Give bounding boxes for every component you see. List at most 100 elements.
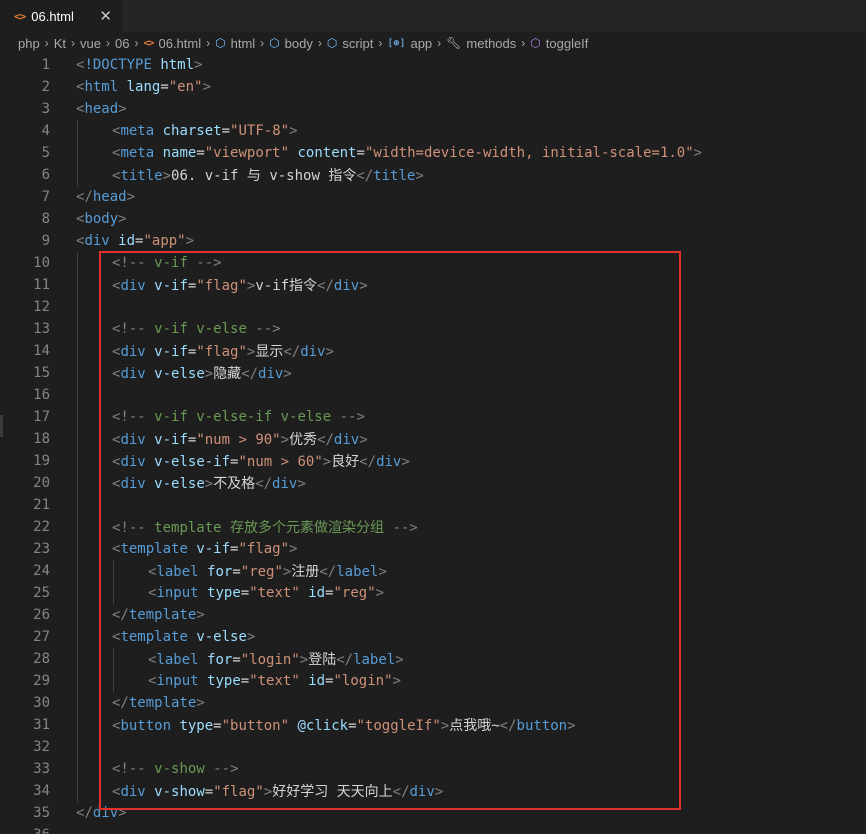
line-number: 9	[41, 233, 50, 249]
code-token: content	[297, 145, 357, 161]
code-token: >	[289, 123, 298, 139]
line-number: 21	[33, 497, 50, 513]
code-token: "viewport"	[204, 145, 290, 161]
code-token: "en"	[168, 79, 203, 95]
code-text: <head>	[76, 101, 127, 117]
line-number: 30	[33, 695, 50, 711]
code-token: "width=device-width, initial-scale=1.0"	[364, 145, 694, 161]
breadcrumb-label: app	[410, 35, 433, 51]
line-number: 5	[41, 145, 50, 161]
chevron-right-icon: ›	[521, 36, 526, 50]
chevron-right-icon: ›	[105, 36, 110, 50]
line-number: 33	[33, 761, 50, 777]
code-token: </	[356, 168, 374, 184]
chevron-right-icon: ›	[206, 36, 211, 50]
tab-bar: <> 06.html ✕	[0, 0, 866, 32]
line-number: 26	[33, 607, 50, 623]
line-number: 1	[41, 57, 50, 73]
variable-icon: [⊛]	[387, 37, 406, 49]
code-token: html	[84, 79, 119, 95]
breadcrumb-item-vue[interactable]: vue	[80, 36, 101, 51]
code-token: >	[202, 79, 211, 95]
line-number: 22	[33, 519, 50, 535]
code-token: </	[76, 189, 93, 205]
code-line: 9 <div id="app">	[0, 230, 866, 252]
code-token: name	[162, 145, 197, 161]
code-line: 6 <title>06. v-if 与 v-show 指令</title>	[0, 164, 866, 186]
breadcrumb-item-methods[interactable]: 🔧︎ methods	[446, 36, 516, 51]
line-number: 2	[41, 79, 50, 95]
code-line: 5 <meta name="viewport" content="width=de…	[0, 142, 866, 164]
html-file-icon: <>	[14, 10, 26, 23]
chevron-right-icon: ›	[378, 36, 383, 50]
code-token: div	[84, 233, 110, 249]
line-number: 24	[33, 563, 50, 579]
line-number: 13	[33, 321, 50, 337]
chevron-right-icon: ›	[437, 36, 442, 50]
code-token: =	[356, 145, 365, 161]
line-number: 35	[33, 805, 50, 821]
line-number: 15	[33, 365, 50, 381]
breadcrumb-label: php	[18, 35, 40, 51]
code-text: <meta charset="UTF-8">	[112, 123, 298, 139]
line-number: 29	[33, 673, 50, 689]
breadcrumb-item-php[interactable]: php	[18, 36, 40, 51]
close-icon[interactable]: ✕	[99, 7, 112, 25]
code-token: lang	[126, 79, 161, 95]
line-number: 10	[33, 255, 50, 271]
breadcrumb-item-toggleif[interactable]: ⬡ toggleIf	[530, 36, 588, 51]
indent-guide	[77, 120, 78, 186]
code-line: 36	[0, 824, 866, 834]
method-icon: ⬡	[530, 36, 541, 50]
highlight-box	[99, 251, 681, 810]
code-token: >	[118, 101, 127, 117]
chevron-right-icon: ›	[317, 36, 322, 50]
tab-06-html[interactable]: <> 06.html ✕	[0, 0, 122, 32]
code-token: charset	[162, 123, 222, 139]
code-line: 7 </head>	[0, 186, 866, 208]
line-number: 18	[33, 431, 50, 447]
code-token: =	[160, 79, 169, 95]
breadcrumb-item-html[interactable]: ⬡ html	[215, 36, 255, 51]
code-token: >	[693, 145, 703, 161]
element-icon: ⬡	[215, 36, 226, 50]
tab-label: 06.html	[31, 9, 74, 24]
code-token: =	[196, 145, 205, 161]
breadcrumb-label: html	[230, 35, 256, 51]
code-line: 2 <html lang="en">	[0, 76, 866, 98]
code-token: =	[221, 123, 231, 139]
breadcrumb-item-06[interactable]: 06	[115, 36, 129, 51]
line-number: 17	[33, 409, 50, 425]
code-token: title	[373, 168, 416, 184]
breadcrumb-item-kt[interactable]: Kt	[54, 36, 66, 51]
breadcrumb-item-app[interactable]: [⊛] app	[387, 36, 432, 51]
line-number: 4	[41, 123, 50, 139]
code-token: >	[415, 168, 424, 184]
line-number: 14	[33, 343, 50, 359]
code-token: >	[126, 189, 136, 205]
code-token: >	[118, 211, 127, 227]
code-token: body	[84, 211, 119, 227]
breadcrumb-item-body[interactable]: ⬡ body	[269, 36, 313, 51]
code-text: <body>	[76, 211, 127, 227]
breadcrumb-item-06-html[interactable]: <> 06.html	[143, 36, 201, 51]
breadcrumb-label: toggleIf	[545, 35, 589, 51]
code-token: 06. v-if 与 v-show 指令	[171, 168, 357, 184]
code-token: head	[84, 101, 119, 117]
html-file-icon: <>	[143, 37, 154, 49]
breadcrumb-item-script[interactable]: ⬡ script	[327, 36, 374, 51]
line-number: 7	[41, 189, 50, 205]
code-token: head	[92, 189, 127, 205]
line-number: 32	[33, 739, 50, 755]
code-token: >	[162, 168, 172, 184]
code-token: </	[76, 805, 93, 821]
code-text: <meta name="viewport" content="width=dev…	[112, 145, 702, 161]
breadcrumb-label: vue	[80, 35, 101, 51]
line-number: 31	[33, 717, 50, 733]
code-text: <html lang="en">	[76, 79, 211, 95]
line-number: 28	[33, 651, 50, 667]
line-number: 25	[33, 585, 50, 601]
line-number: 8	[41, 211, 50, 227]
